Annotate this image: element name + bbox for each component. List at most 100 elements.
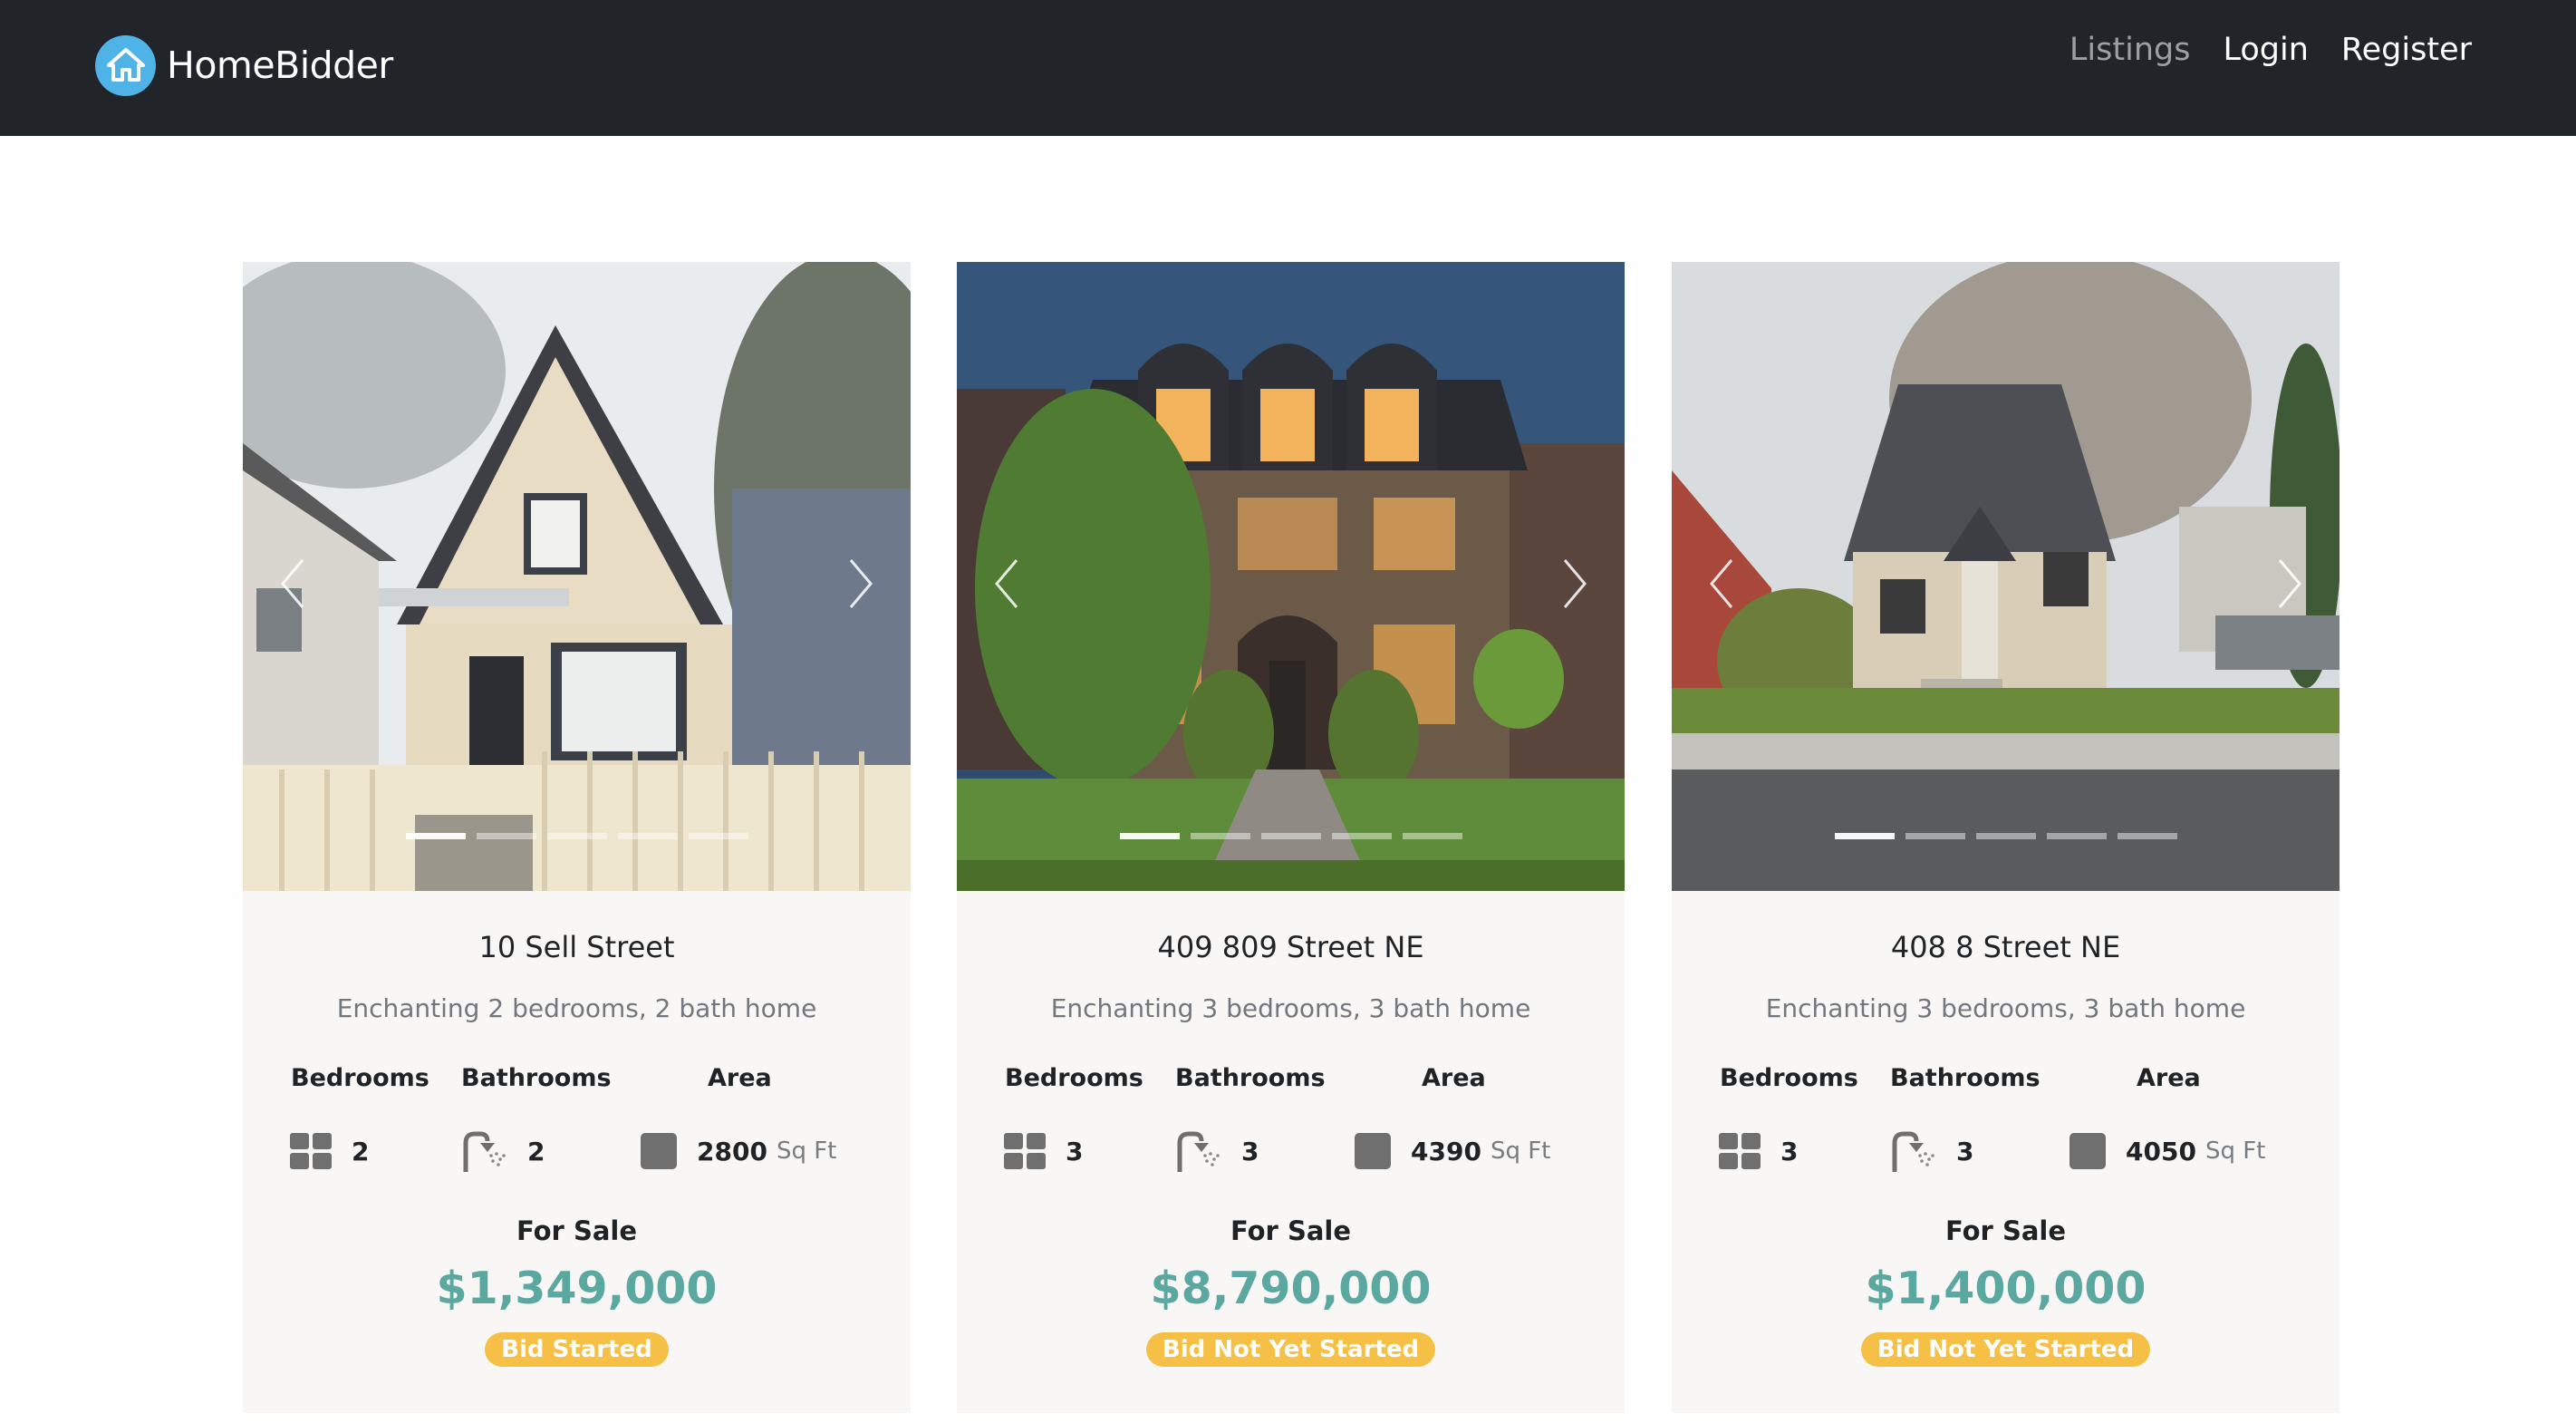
listing-price: $1,349,000 [436,1263,718,1314]
area-spec: 4390 Sq Ft [1355,1130,1550,1172]
carousel-prev-button[interactable] [261,534,324,634]
chevron-left-icon [281,559,304,608]
carousel-indicators [1672,833,2340,839]
carousel-indicators [243,833,911,839]
brand-link[interactable]: HomeBidder [95,34,393,96]
bathrooms-spec: 2 [460,1130,545,1172]
carousel-indicator[interactable] [476,833,536,839]
area-square-icon [1355,1133,1391,1169]
carousel-indicator[interactable] [1975,833,2036,839]
bedrooms-value: 2 [352,1136,370,1166]
carousel-indicator[interactable] [688,833,748,839]
area-spec: 4050 Sq Ft [2069,1130,2265,1172]
carousel-indicator[interactable] [1331,833,1392,839]
chevron-left-icon [1710,559,1733,608]
chevron-left-icon [995,559,1018,608]
bathrooms-value: 3 [1956,1136,1974,1166]
bedrooms-value: 3 [1780,1136,1799,1166]
listing-address[interactable]: 408 8 Street NE [1672,930,2340,964]
carousel-indicator[interactable] [405,833,466,839]
carousel-indicator[interactable] [1905,833,1965,839]
area-value: 4050 [2126,1136,2196,1166]
listing-card[interactable]: 409 809 Street NE Enchanting 3 bedrooms,… [957,262,1625,1413]
bid-status-badge: Bid Started [485,1332,669,1367]
carousel-indicators [957,833,1625,839]
area-unit: Sq Ft [2205,1137,2266,1165]
carousel-indicator[interactable] [1260,833,1321,839]
bathrooms-value: 3 [1241,1136,1259,1166]
shower-icon [463,1131,506,1172]
listing-description: Enchanting 3 bedrooms, 3 bath home [1050,993,1531,1023]
bathrooms-label: Bathrooms [1890,1064,2041,1092]
sale-status: For Sale [1230,1215,1352,1246]
area-value: 4390 [1411,1136,1481,1166]
area-unit: Sq Ft [776,1137,837,1165]
bedrooms-label: Bedrooms [1720,1064,1858,1092]
brand-name: HomeBidder [167,44,393,87]
area-label: Area [1422,1064,1486,1092]
carousel-indicator[interactable] [617,833,678,839]
carousel-prev-button[interactable] [1690,534,1753,634]
listing-card[interactable]: 10 Sell Street Enchanting 2 bedrooms, 2 … [243,262,911,1413]
carousel-indicator[interactable] [1402,833,1462,839]
listing-card[interactable]: 408 8 Street NE Enchanting 3 bedrooms, 3… [1672,262,2340,1413]
carousel-prev-button[interactable] [975,534,1038,634]
nav-links: Listings Login Register [2037,27,2472,73]
carousel-indicator[interactable] [1834,833,1895,839]
area-unit: Sq Ft [1490,1137,1551,1165]
sale-status: For Sale [1944,1215,2067,1246]
listing-photo-carousel[interactable] [1672,262,2340,891]
carousel-indicator[interactable] [1119,833,1180,839]
top-navbar: HomeBidder Listings Login Register [0,0,2576,136]
area-spec: 2800 Sq Ft [641,1130,836,1172]
bid-status-wrap: Bid Not Yet Started [957,1332,1625,1367]
carousel-next-button[interactable] [829,534,892,634]
bedrooms-spec: 2 [290,1130,369,1172]
bedrooms-spec: 3 [1004,1130,1083,1172]
chevron-right-icon [1563,559,1587,608]
area-value: 2800 [697,1136,767,1166]
listing-description: Enchanting 3 bedrooms, 3 bath home [1765,993,2246,1023]
chevron-right-icon [849,559,873,608]
bathrooms-spec: 3 [1174,1130,1259,1172]
area-label: Area [708,1064,772,1092]
house-icon [95,34,156,96]
listing-price: $8,790,000 [1150,1263,1432,1314]
bathrooms-label: Bathrooms [1175,1064,1326,1092]
carousel-indicator[interactable] [546,833,607,839]
bathrooms-value: 2 [527,1136,545,1166]
nav-listings-link[interactable]: Listings [2069,32,2191,68]
listing-address[interactable]: 10 Sell Street [243,930,911,964]
listing-description: Enchanting 2 bedrooms, 2 bath home [336,993,817,1023]
listing-photo-carousel[interactable] [957,262,1625,891]
shower-icon [1177,1131,1220,1172]
area-label: Area [2137,1064,2201,1092]
area-square-icon [2069,1133,2106,1169]
carousel-indicator[interactable] [2117,833,2177,839]
bedrooms-label: Bedrooms [291,1064,429,1092]
listing-photo-carousel[interactable] [243,262,911,891]
bed-grid-icon [1004,1133,1046,1169]
sale-status: For Sale [516,1215,638,1246]
carousel-indicator[interactable] [2046,833,2107,839]
bid-status-wrap: Bid Started [243,1332,911,1367]
bedrooms-value: 3 [1066,1136,1084,1166]
carousel-next-button[interactable] [2258,534,2321,634]
bathrooms-label: Bathrooms [461,1064,612,1092]
bedrooms-spec: 3 [1719,1130,1798,1172]
nav-register-link[interactable]: Register [2341,32,2472,68]
carousel-indicator[interactable] [1190,833,1250,839]
house-photo [1672,262,2340,891]
listing-price: $1,400,000 [1865,1263,2147,1314]
bid-status-badge: Bid Not Yet Started [1145,1332,1436,1367]
bathrooms-spec: 3 [1889,1130,1973,1172]
carousel-next-button[interactable] [1543,534,1606,634]
house-photo [957,262,1625,891]
house-photo [243,262,911,891]
bed-grid-icon [290,1133,332,1169]
area-square-icon [641,1133,677,1169]
nav-login-link[interactable]: Login [2223,32,2308,68]
chevron-right-icon [2278,559,2301,608]
listing-address[interactable]: 409 809 Street NE [957,930,1625,964]
bid-status-badge: Bid Not Yet Started [1860,1332,2151,1367]
